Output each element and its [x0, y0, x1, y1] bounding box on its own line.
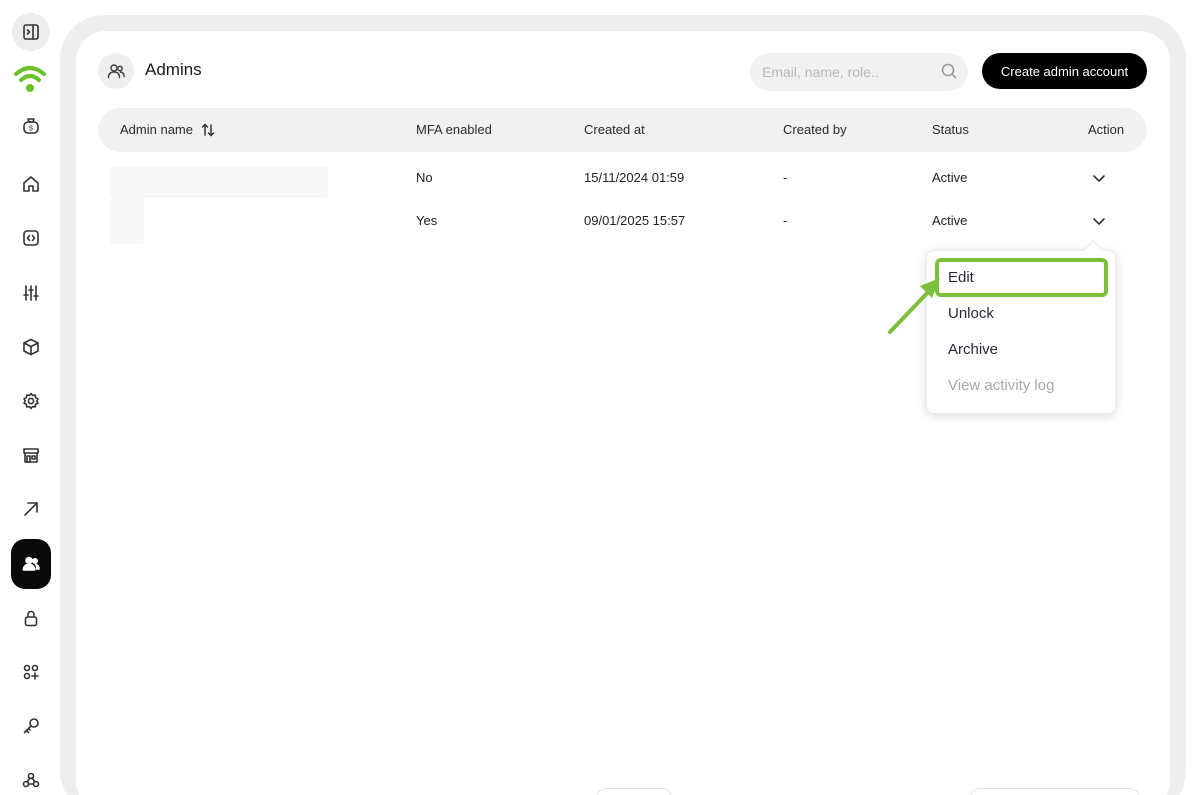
column-header-status: Status: [932, 122, 969, 137]
sidebar: $: [0, 0, 60, 795]
sidebar-toggle-icon: [23, 24, 39, 40]
sidebar-item-integrations[interactable]: [11, 652, 51, 692]
sort-icon[interactable]: [200, 122, 216, 138]
column-header-created-at: Created at: [584, 122, 645, 137]
apps-plus-icon: [23, 664, 39, 680]
sidebar-item-settings[interactable]: [11, 381, 51, 421]
created-at-cell: 15/11/2024 01:59: [584, 170, 685, 185]
status-cell: Active: [932, 170, 968, 185]
created-at-cell: 09/01/2025 15:57: [584, 213, 686, 228]
key-icon: [23, 718, 39, 734]
sidebar-item-developer[interactable]: [11, 218, 51, 258]
pagination-control[interactable]: [596, 788, 672, 795]
sidebar-toggle-button[interactable]: [12, 13, 50, 51]
webhook-icon: [22, 772, 40, 788]
row-action-chevron-down-icon[interactable]: [1091, 170, 1107, 186]
arrow-up-right-icon: [24, 502, 38, 516]
menu-item-unlock[interactable]: Unlock: [948, 305, 994, 322]
home-icon: [23, 176, 39, 192]
sidebar-item-webhooks[interactable]: [11, 760, 51, 795]
admin-name-redacted: [110, 198, 144, 244]
mfa-enabled-cell: No: [416, 170, 433, 185]
sidebar-item-store[interactable]: [11, 435, 51, 475]
money-bag-icon: $: [23, 118, 39, 134]
lock-icon: [24, 610, 38, 627]
mfa-enabled-cell: Yes: [416, 213, 438, 228]
users-icon: [22, 556, 40, 571]
search-input[interactable]: [750, 53, 968, 91]
sidebar-item-security[interactable]: [11, 598, 51, 638]
menu-item-view-activity-log: View activity log: [948, 377, 1055, 394]
code-icon: [23, 230, 39, 246]
sidebar-item-api-keys[interactable]: [11, 706, 51, 746]
svg-text:$: $: [29, 126, 33, 133]
column-header-created-by: Created by: [783, 122, 847, 137]
gear-icon: [23, 392, 39, 410]
column-header-mfa-enabled: MFA enabled: [416, 122, 492, 137]
wifi-logo-icon[interactable]: [12, 62, 48, 96]
row-action-chevron-down-icon[interactable]: [1091, 213, 1107, 229]
page-title: Admins: [145, 60, 202, 79]
admin-name-redacted: [110, 166, 328, 198]
status-cell: Active: [932, 213, 968, 228]
users-icon: [107, 64, 125, 79]
menu-item-archive[interactable]: Archive: [948, 341, 998, 358]
create-admin-button[interactable]: Create admin account: [982, 53, 1147, 89]
highlight-box: [935, 258, 1108, 297]
sidebar-item-admins[interactable]: [11, 539, 51, 589]
sliders-icon: [23, 285, 39, 301]
sidebar-item-home[interactable]: [11, 164, 51, 204]
cube-icon: [23, 338, 39, 356]
page-size-control[interactable]: [970, 788, 1140, 795]
column-header-admin-name[interactable]: Admin name: [120, 122, 193, 137]
app-root: $ Admins Email, name, role.. Create admi…: [0, 0, 1200, 795]
created-by-cell: -: [783, 213, 788, 228]
annotation-arrow-icon: [888, 278, 940, 334]
column-header-action: Action: [1088, 122, 1125, 137]
sidebar-item-analytics[interactable]: [11, 489, 51, 529]
page-icon: [98, 53, 134, 89]
search-icon[interactable]: [940, 62, 958, 80]
created-by-cell: -: [783, 170, 788, 185]
sidebar-item-products[interactable]: [11, 327, 51, 367]
sidebar-item-settings-sliders[interactable]: [11, 273, 51, 313]
sidebar-item-billing[interactable]: $: [11, 106, 51, 146]
store-icon: [23, 448, 39, 463]
